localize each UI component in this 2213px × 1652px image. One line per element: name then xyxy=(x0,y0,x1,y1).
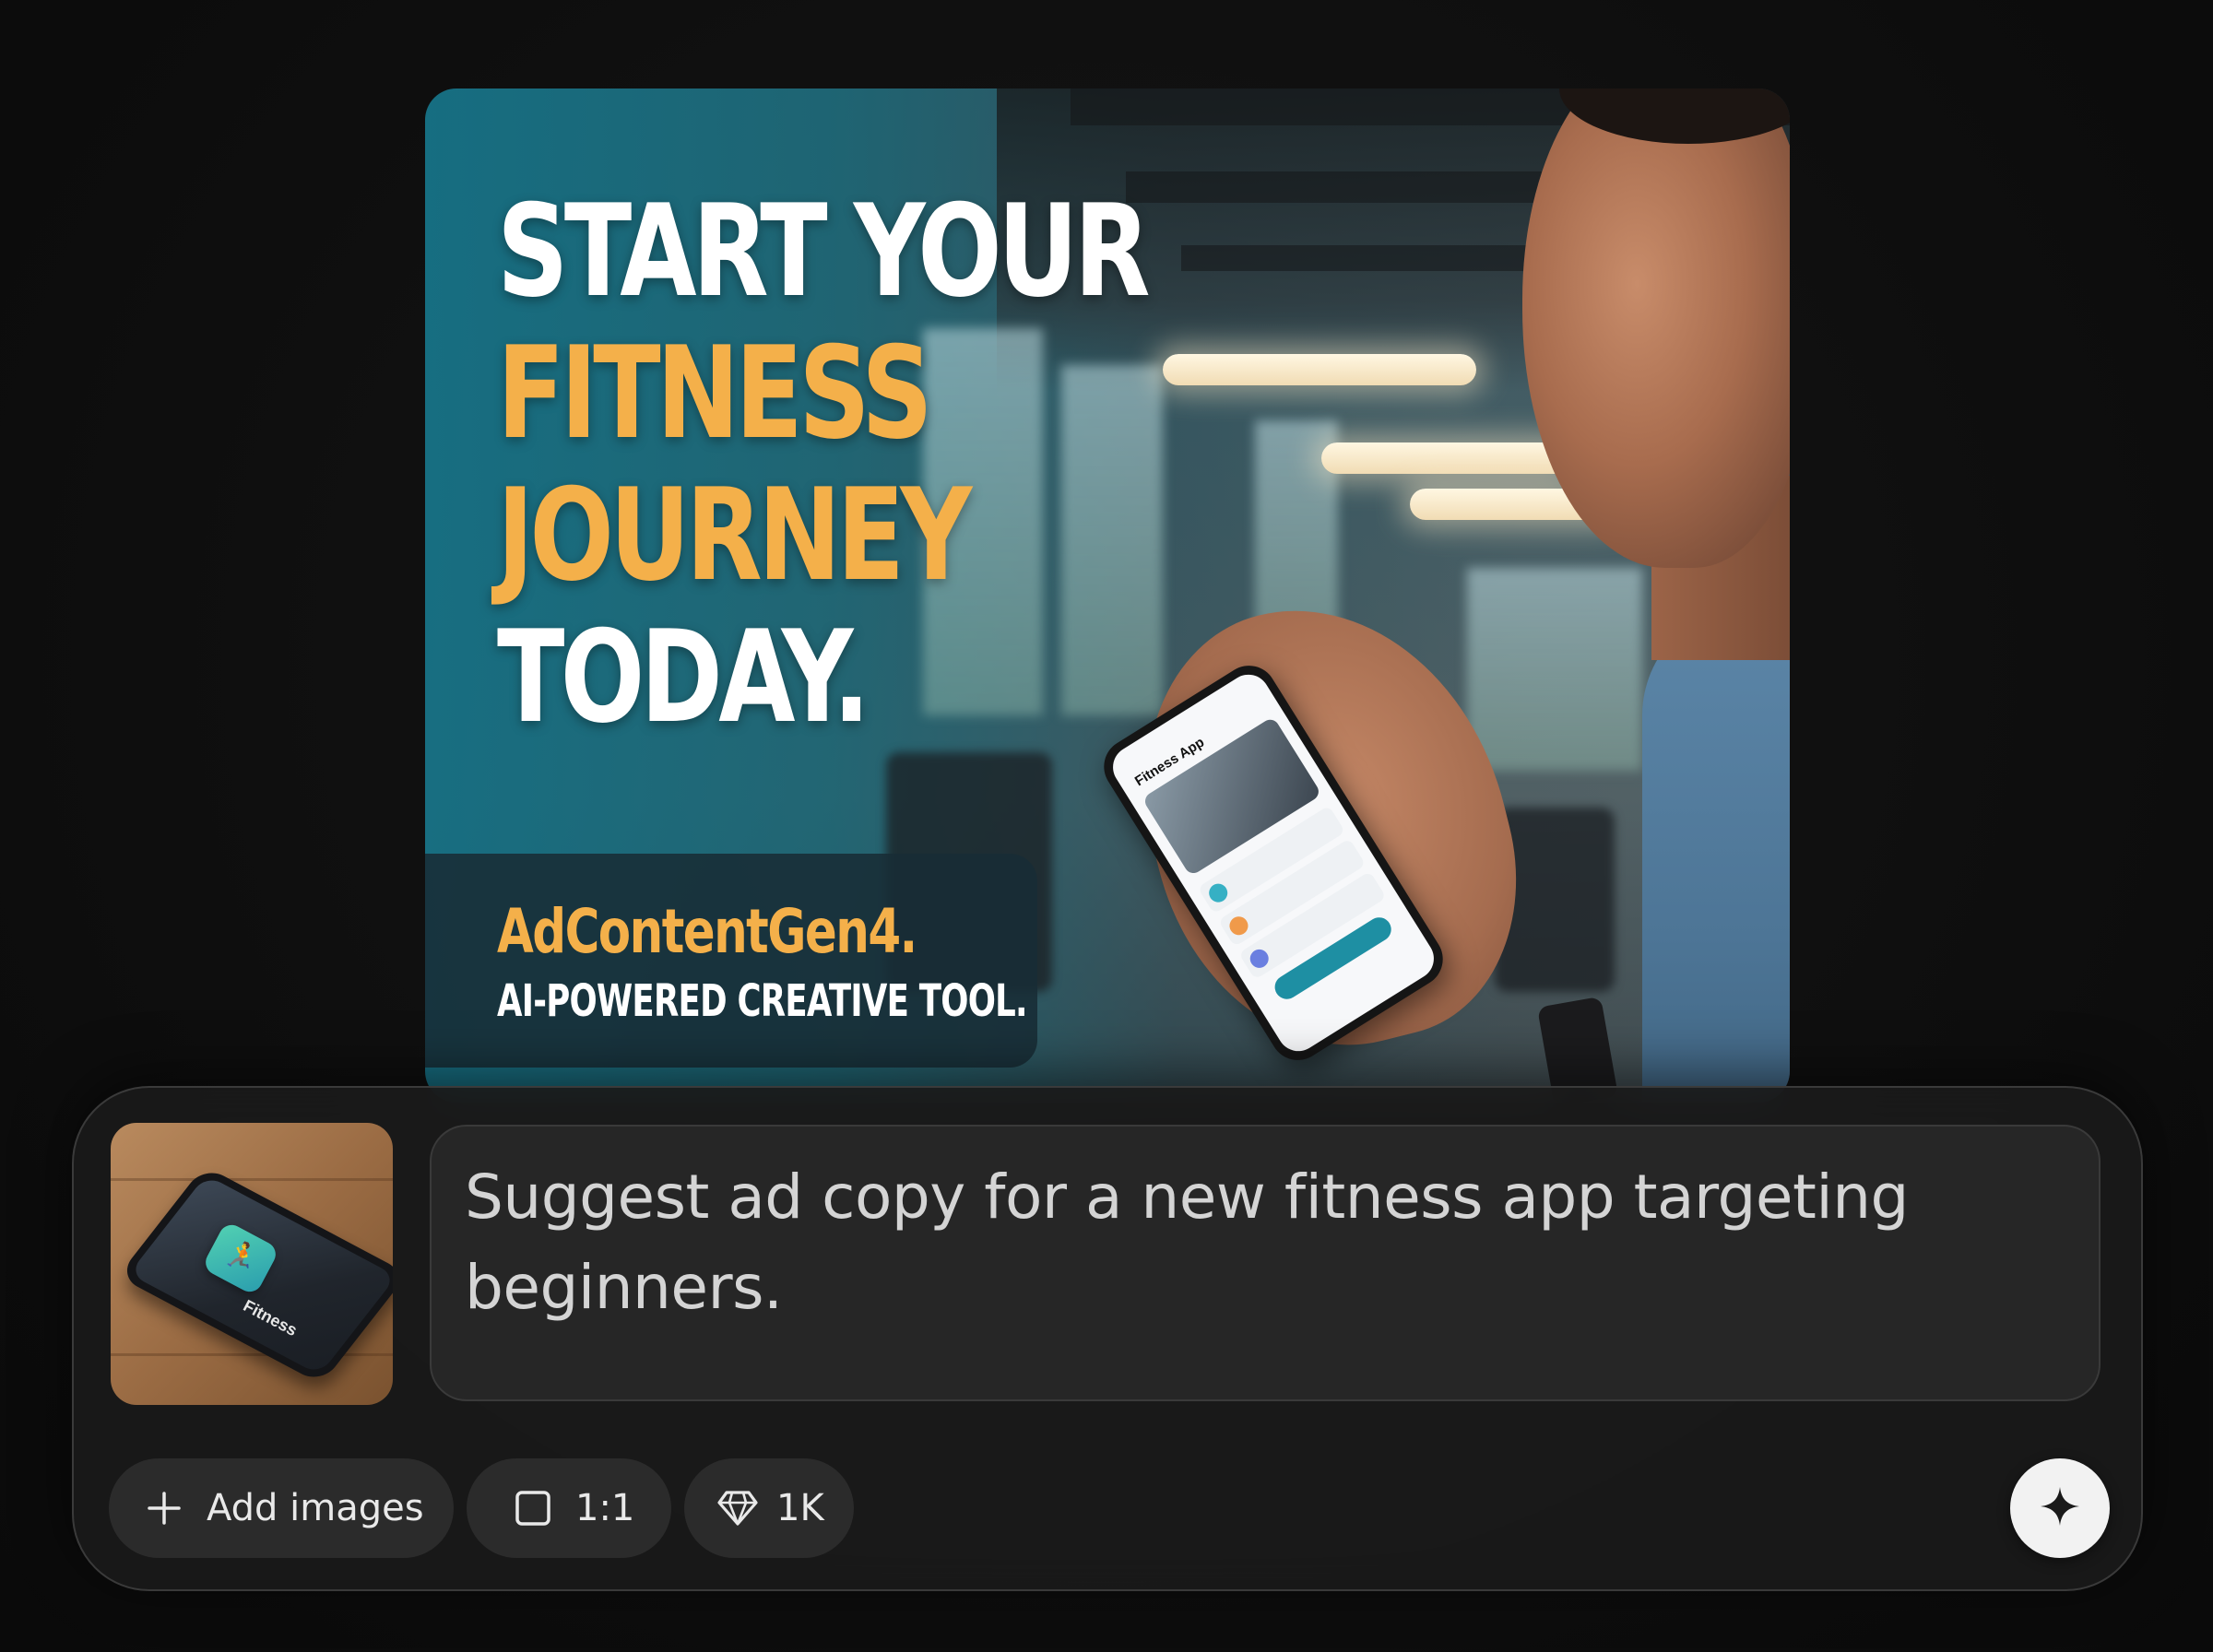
headline-line: FITNESS xyxy=(497,319,933,467)
sparkle-icon xyxy=(2039,1485,2081,1532)
generate-button[interactable] xyxy=(2010,1458,2110,1558)
headline-line: TODAY. xyxy=(497,603,870,751)
prompt-text[interactable]: Suggest ad copy for a new fitness app ta… xyxy=(465,1152,2043,1333)
ceiling-light xyxy=(1163,354,1476,385)
aspect-ratio-selector[interactable]: 1:1 xyxy=(467,1458,671,1558)
generated-ad-image[interactable]: Fitness App START YOUR FITNESS JOURNEY T… xyxy=(425,88,1790,1103)
quality-selector[interactable]: 1K xyxy=(684,1458,854,1558)
add-images-button[interactable]: Add images xyxy=(109,1458,454,1558)
plus-icon xyxy=(146,1490,183,1527)
desk-grain xyxy=(111,1353,393,1356)
brand-badge: AdContentGen4. AI-POWERED CREATIVE TOOL. xyxy=(425,854,1037,1068)
prompt-composer: 🏃 Fitness Suggest ad copy for a new fitn… xyxy=(72,1086,2143,1591)
aspect-ratio-label: 1:1 xyxy=(575,1487,635,1529)
ad-headline: START YOUR FITNESS JOURNEY TODAY. xyxy=(497,177,1151,751)
gym-window xyxy=(1467,568,1642,771)
prompt-input[interactable]: Suggest ad copy for a new fitness app ta… xyxy=(430,1125,2101,1401)
diamond-icon xyxy=(717,1490,758,1527)
brand-tagline: AI-POWERED CREATIVE TOOL. xyxy=(497,975,1028,1027)
headline-line: START YOUR xyxy=(497,177,1151,325)
add-images-label: Add images xyxy=(207,1487,424,1529)
brand-name: AdContentGen4. xyxy=(497,896,917,967)
headline-line: JOURNEY xyxy=(497,461,972,609)
person-shirt xyxy=(1642,605,1790,1103)
desk-grain xyxy=(111,1178,393,1181)
square-icon xyxy=(515,1490,551,1527)
app-stage: Fitness App START YOUR FITNESS JOURNEY T… xyxy=(0,0,2213,1652)
ceiling-light xyxy=(1321,442,1570,474)
attached-image-thumbnail[interactable]: 🏃 Fitness xyxy=(111,1123,393,1405)
quality-label: 1K xyxy=(776,1487,824,1529)
